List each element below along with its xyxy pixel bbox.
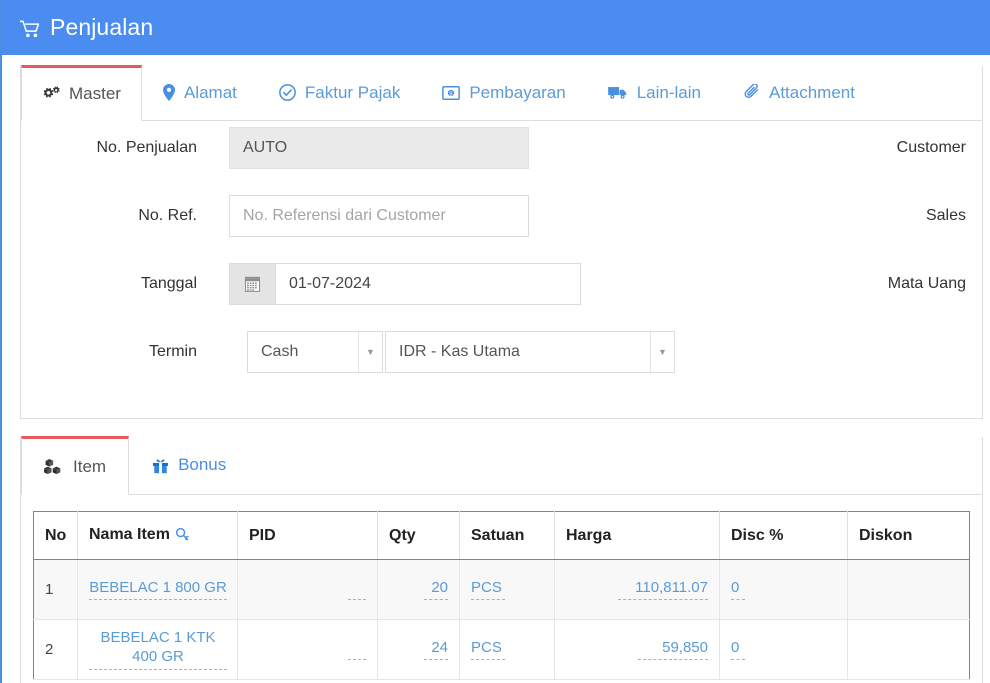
termin-selected-value: Cash bbox=[261, 343, 299, 360]
cell-satuan[interactable]: PCS bbox=[459, 559, 555, 620]
tab-alamat[interactable]: Alamat bbox=[142, 65, 258, 120]
cell-pid[interactable] bbox=[237, 619, 378, 680]
cell-nama-item-value[interactable]: BEBELAC 1 KTK 400 GR bbox=[89, 629, 227, 670]
cell-diskon[interactable] bbox=[847, 559, 970, 620]
gears-icon bbox=[42, 86, 60, 102]
cell-satuan-value[interactable]: PCS bbox=[471, 639, 505, 661]
table-row[interactable]: 2 BEBELAC 1 KTK 400 GR 24 PCS 59,850 0 bbox=[33, 619, 970, 680]
map-marker-icon bbox=[162, 84, 175, 101]
col-header-qty: Qty bbox=[377, 511, 460, 560]
col-header-disc: Disc % bbox=[719, 511, 848, 560]
grid-header-row: No Nama Item PID Qty Satuan Harga Disc %… bbox=[33, 511, 970, 560]
item-panel: Item Bonus No Nama Item PID Qty Satuan H… bbox=[20, 436, 983, 683]
master-tab-bar: Master Alamat Faktur Pajak $ Pembayaran … bbox=[21, 65, 982, 121]
chevron-down-icon: ▼ bbox=[650, 332, 674, 372]
cell-harga[interactable]: 110,811.07 bbox=[554, 559, 720, 620]
item-grid: No Nama Item PID Qty Satuan Harga Disc %… bbox=[33, 511, 970, 680]
cell-nama-item[interactable]: BEBELAC 1 800 GR bbox=[77, 559, 238, 620]
tab-label-master: Master bbox=[69, 84, 121, 103]
master-panel: Master Alamat Faktur Pajak $ Pembayaran … bbox=[20, 65, 983, 419]
check-circle-icon bbox=[278, 84, 296, 101]
label-sales: Sales bbox=[925, 207, 966, 224]
label-no-penjualan: No. Penjualan bbox=[96, 139, 197, 156]
master-form: No. Penjualan AUTO Customer No. Ref. No.… bbox=[21, 121, 982, 417]
col-header-satuan: Satuan bbox=[459, 511, 555, 560]
tanggal-input[interactable]: 01-07-2024 bbox=[276, 264, 580, 304]
tab-label-alamat: Alamat bbox=[183, 82, 237, 102]
cell-qty[interactable]: 24 bbox=[377, 619, 460, 680]
paperclip-icon bbox=[743, 84, 760, 101]
cell-harga-value[interactable]: 59,850 bbox=[638, 639, 708, 661]
cell-satuan-value[interactable]: PCS bbox=[471, 579, 505, 601]
no-ref-input[interactable]: No. Referensi dari Customer bbox=[229, 195, 529, 237]
cell-pid-value[interactable] bbox=[348, 580, 366, 600]
tab-bonus[interactable]: Bonus bbox=[129, 436, 249, 494]
tab-lain-lain[interactable]: Lain-lain bbox=[587, 65, 722, 120]
gift-icon bbox=[152, 457, 169, 474]
sales-form-page: Penjualan Master Alamat Faktur Pajak $ P… bbox=[0, 0, 990, 683]
shopping-cart-icon bbox=[20, 20, 41, 38]
tab-faktur-pajak[interactable]: Faktur Pajak bbox=[258, 65, 421, 120]
col-header-nama-item: Nama Item bbox=[77, 511, 238, 560]
kas-select[interactable]: IDR - Kas Utama ▼ bbox=[385, 331, 675, 373]
col-header-no: No bbox=[33, 511, 78, 560]
tab-label-bonus: Bonus bbox=[178, 455, 227, 474]
page-header: Penjualan bbox=[2, 0, 990, 55]
col-header-pid: PID bbox=[237, 511, 378, 560]
label-tanggal: Tanggal bbox=[140, 275, 197, 292]
tab-label-faktur-pajak: Faktur Pajak bbox=[304, 82, 401, 102]
tab-item[interactable]: Item bbox=[21, 436, 130, 495]
label-no-ref: No. Ref. bbox=[138, 207, 197, 224]
termin-select[interactable]: Cash ▼ bbox=[247, 331, 383, 373]
form-row-tanggal: Tanggal 01-07-2024 Mata Uang bbox=[21, 262, 982, 306]
col-header-harga: Harga bbox=[554, 511, 720, 560]
cell-harga-value[interactable]: 110,811.07 bbox=[618, 579, 708, 601]
cell-harga[interactable]: 59,850 bbox=[554, 619, 720, 680]
tab-label-pembayaran: Pembayaran bbox=[469, 82, 566, 102]
table-row[interactable]: 1 BEBELAC 1 800 GR 20 PCS 110,811.07 0 bbox=[33, 559, 970, 620]
tab-label-attachment: Attachment bbox=[768, 82, 855, 102]
label-termin: Termin bbox=[148, 343, 197, 360]
form-row-no-penjualan: No. Penjualan AUTO Customer bbox=[21, 126, 982, 170]
cell-satuan[interactable]: PCS bbox=[459, 619, 555, 680]
search-icon[interactable] bbox=[175, 527, 189, 546]
cell-qty[interactable]: 20 bbox=[377, 559, 460, 620]
item-tab-bar: Item Bonus bbox=[21, 436, 982, 495]
item-grid-container: No Nama Item PID Qty Satuan Harga Disc %… bbox=[21, 495, 982, 680]
cell-no: 2 bbox=[33, 619, 78, 680]
cell-disc[interactable]: 0 bbox=[719, 619, 848, 680]
tab-pembayaran[interactable]: $ Pembayaran bbox=[421, 65, 586, 120]
cell-nama-item-value[interactable]: BEBELAC 1 800 GR bbox=[89, 579, 227, 601]
cell-no: 1 bbox=[33, 559, 78, 620]
calendar-icon[interactable] bbox=[230, 264, 276, 304]
cell-diskon[interactable] bbox=[847, 619, 970, 680]
col-header-diskon: Diskon bbox=[847, 511, 970, 560]
cell-disc[interactable]: 0 bbox=[719, 559, 848, 620]
cell-pid-value[interactable] bbox=[348, 640, 366, 660]
tab-label-lain-lain: Lain-lain bbox=[636, 82, 701, 102]
col-header-nama-item-label: Nama Item bbox=[89, 525, 170, 543]
label-mata-uang: Mata Uang bbox=[887, 275, 966, 292]
cubes-icon bbox=[44, 458, 64, 475]
cell-qty-value[interactable]: 24 bbox=[424, 639, 448, 661]
chevron-down-icon: ▼ bbox=[358, 332, 382, 372]
truck-icon bbox=[607, 85, 628, 100]
cell-qty-value[interactable]: 20 bbox=[424, 579, 448, 601]
cell-disc-value[interactable]: 0 bbox=[731, 639, 745, 661]
kas-selected-value: IDR - Kas Utama bbox=[399, 343, 520, 360]
cell-disc-value[interactable]: 0 bbox=[731, 579, 745, 601]
form-row-no-ref: No. Ref. No. Referensi dari Customer Sal… bbox=[21, 194, 982, 238]
page-title: Penjualan bbox=[50, 14, 154, 40]
tanggal-field[interactable]: 01-07-2024 bbox=[229, 263, 581, 305]
cell-pid[interactable] bbox=[237, 559, 378, 620]
tab-master[interactable]: Master bbox=[21, 65, 142, 121]
label-customer: Customer bbox=[896, 139, 966, 156]
money-icon: $ bbox=[442, 85, 461, 100]
tab-attachment[interactable]: Attachment bbox=[722, 65, 876, 120]
no-penjualan-input[interactable]: AUTO bbox=[229, 127, 529, 169]
form-row-termin: Termin Cash ▼ IDR - Kas Utama ▼ bbox=[21, 330, 982, 374]
cell-nama-item[interactable]: BEBELAC 1 KTK 400 GR bbox=[77, 619, 238, 680]
tab-label-item: Item bbox=[73, 456, 107, 476]
